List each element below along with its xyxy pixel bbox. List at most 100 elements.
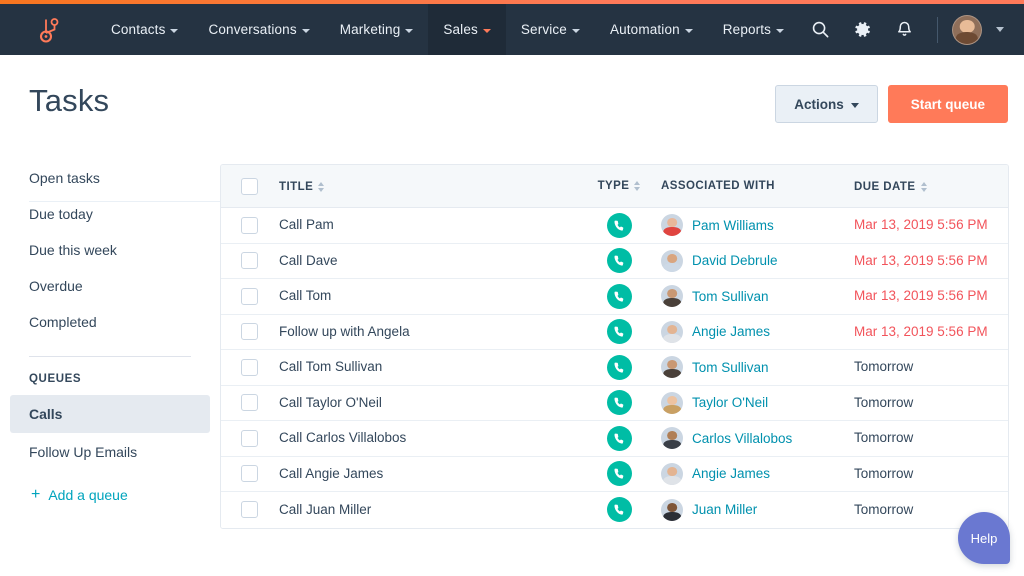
contact-link[interactable]: Carlos Villalobos xyxy=(692,431,792,446)
nav-item-conversations[interactable]: Conversations xyxy=(193,4,324,55)
row-title-cell: Call Carlos Villalobos xyxy=(277,429,577,447)
contact-link[interactable]: Pam Williams xyxy=(692,218,774,233)
column-header-due-date[interactable]: DUE DATE xyxy=(854,181,927,193)
sidebar-queue-calls[interactable]: Calls xyxy=(10,395,210,433)
user-avatar[interactable] xyxy=(952,14,982,45)
table-row[interactable]: Call Carlos Villalobos Carlos Villalobos… xyxy=(221,421,1008,457)
actions-button[interactable]: Actions xyxy=(775,85,878,123)
task-title: Follow up with Angela xyxy=(279,323,410,339)
hubspot-sprocket-icon xyxy=(39,17,59,43)
nav-item-automation[interactable]: Automation xyxy=(595,4,708,55)
row-associated-cell: Angie James xyxy=(661,320,851,343)
contact-avatar xyxy=(661,356,683,379)
sidebar-item-overdue[interactable]: Overdue xyxy=(0,268,220,304)
phone-icon[interactable] xyxy=(606,497,632,523)
row-checkbox[interactable] xyxy=(240,358,258,376)
nav-right-tools xyxy=(801,4,1024,55)
column-associated-with: ASSOCIATED WITH xyxy=(661,180,851,192)
column-header-title[interactable]: TITLE xyxy=(279,181,325,193)
row-title-cell: Call Dave xyxy=(277,252,577,270)
row-due-cell: Tomorrow xyxy=(851,358,1008,376)
column-header-associated-with: ASSOCIATED WITH xyxy=(661,180,775,192)
table-row[interactable]: Call Tom Sullivan Tom Sullivan Tomorrow xyxy=(221,350,1008,386)
table-row[interactable]: Follow up with Angela Angie James Mar 13… xyxy=(221,314,1008,350)
search-icon xyxy=(812,21,828,38)
sidebar: Open tasks Due today Due this week Overd… xyxy=(0,160,220,503)
row-select-cell xyxy=(221,287,277,305)
hubspot-logo-button[interactable] xyxy=(0,4,96,55)
row-title-cell: Follow up with Angela xyxy=(277,323,577,341)
phone-icon[interactable] xyxy=(606,461,632,487)
phone-icon[interactable] xyxy=(606,212,632,238)
row-due-cell: Tomorrow xyxy=(851,429,1008,447)
sidebar-queue-follow-up-emails[interactable]: Follow Up Emails xyxy=(10,433,210,471)
settings-button[interactable] xyxy=(843,11,881,49)
row-checkbox[interactable] xyxy=(240,252,258,270)
nav-item-marketing[interactable]: Marketing xyxy=(325,4,429,55)
phone-icon[interactable] xyxy=(606,425,632,451)
sidebar-item-due-this-week[interactable]: Due this week xyxy=(0,232,220,268)
phone-icon[interactable] xyxy=(606,283,632,309)
phone-icon[interactable] xyxy=(606,354,632,380)
contact-link[interactable]: Angie James xyxy=(692,324,770,339)
select-all-checkbox[interactable] xyxy=(240,177,258,195)
row-checkbox[interactable] xyxy=(240,323,258,341)
column-header-type[interactable]: TYPE xyxy=(598,180,641,192)
table-row[interactable]: Call Taylor O'Neil Taylor O'Neil Tomorro… xyxy=(221,385,1008,421)
add-queue-button[interactable]: + Add a queue xyxy=(0,471,220,504)
account-menu-chevron-down-icon[interactable] xyxy=(996,27,1004,32)
row-checkbox[interactable] xyxy=(240,429,258,447)
table-row[interactable]: Call Tom Tom Sullivan Mar 13, 2019 5:56 … xyxy=(221,279,1008,315)
row-due-cell: Mar 13, 2019 5:56 PM xyxy=(851,216,1008,234)
nav-item-sales[interactable]: Sales xyxy=(428,4,506,55)
nav-item-reports[interactable]: Reports xyxy=(708,4,799,55)
row-checkbox[interactable] xyxy=(240,394,258,412)
row-associated-cell: Carlos Villalobos xyxy=(661,427,851,450)
row-type-cell xyxy=(577,248,661,274)
table-row[interactable]: Call Pam Pam Williams Mar 13, 2019 5:56 … xyxy=(221,208,1008,244)
chevron-down-icon xyxy=(405,28,414,33)
add-queue-label: Add a queue xyxy=(48,487,128,503)
chevron-down-icon xyxy=(170,28,179,33)
phone-icon[interactable] xyxy=(606,319,632,345)
start-queue-button[interactable]: Start queue xyxy=(887,85,1008,123)
contact-avatar xyxy=(661,320,683,343)
sidebar-item-due-today[interactable]: Due today xyxy=(0,196,220,232)
row-type-cell xyxy=(577,283,661,309)
sidebar-item-completed[interactable]: Completed xyxy=(0,304,220,340)
due-date: Mar 13, 2019 5:56 PM xyxy=(854,323,988,339)
due-date: Mar 13, 2019 5:56 PM xyxy=(854,288,988,304)
row-checkbox[interactable] xyxy=(240,216,258,234)
column-header-label: ASSOCIATED WITH xyxy=(661,180,775,192)
due-date: Tomorrow xyxy=(854,501,914,517)
phone-icon[interactable] xyxy=(606,390,632,416)
search-button[interactable] xyxy=(801,11,839,49)
table-row[interactable]: Call Angie James Angie James Tomorrow xyxy=(221,456,1008,492)
nav-item-label: Marketing xyxy=(339,22,401,37)
contact-link[interactable]: David Debrule xyxy=(692,253,778,268)
help-button[interactable]: Help xyxy=(958,512,1010,564)
contact-avatar xyxy=(661,427,683,450)
row-type-cell xyxy=(577,319,661,345)
row-select-cell xyxy=(221,501,277,519)
table-row[interactable]: Call Dave David Debrule Mar 13, 2019 5:5… xyxy=(221,243,1008,279)
nav-item-label: Reports xyxy=(722,22,772,37)
row-due-cell: Tomorrow xyxy=(851,394,1008,412)
contact-link[interactable]: Tom Sullivan xyxy=(692,289,769,304)
row-checkbox[interactable] xyxy=(240,287,258,305)
contact-link[interactable]: Angie James xyxy=(692,466,770,481)
row-checkbox[interactable] xyxy=(240,465,258,483)
due-date: Mar 13, 2019 5:56 PM xyxy=(854,252,988,268)
row-select-cell xyxy=(221,358,277,376)
notifications-button[interactable] xyxy=(885,11,923,49)
table-row[interactable]: Call Juan Miller Juan Miller Tomorrow xyxy=(221,492,1008,528)
nav-item-contacts[interactable]: Contacts xyxy=(96,4,193,55)
row-checkbox[interactable] xyxy=(240,501,258,519)
nav-item-service[interactable]: Service xyxy=(506,4,595,55)
page-header: Tasks Actions Start queue xyxy=(0,55,1024,202)
phone-icon[interactable] xyxy=(606,248,632,274)
contact-link[interactable]: Tom Sullivan xyxy=(692,360,769,375)
contact-link[interactable]: Taylor O'Neil xyxy=(692,395,768,410)
sidebar-item-open-tasks[interactable]: Open tasks xyxy=(0,160,220,196)
contact-link[interactable]: Juan Miller xyxy=(692,502,757,517)
